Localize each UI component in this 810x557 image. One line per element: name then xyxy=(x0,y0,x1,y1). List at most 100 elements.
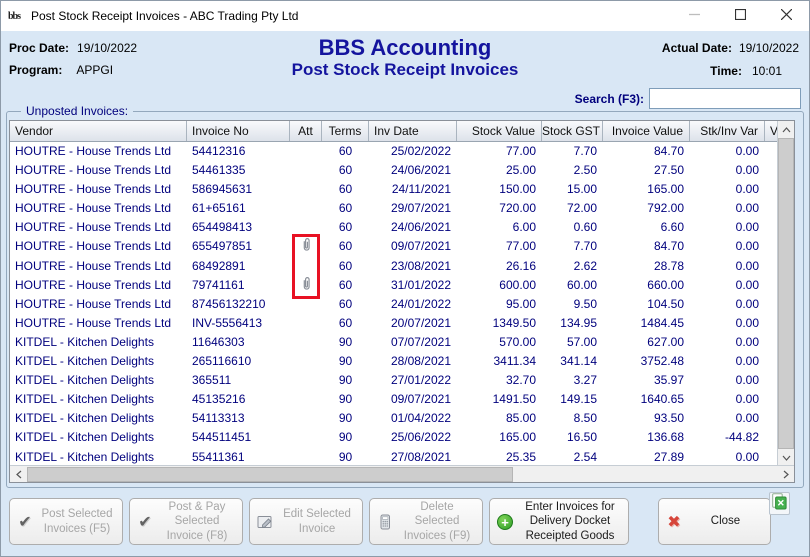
cell-terms: 60 xyxy=(338,258,353,273)
table-row[interactable]: KITDEL - Kitchen Delights 365511 90 27/01/2… xyxy=(10,371,794,391)
table-row[interactable]: HOUTRE - House Trends Ltd 54412316 60 25/02… xyxy=(10,142,794,162)
unposted-invoices-groupbox: Unposted Invoices: Vendor Invoice No Att… xyxy=(6,104,804,488)
cell-vendor: HOUTRE - House Trends Ltd xyxy=(15,277,172,292)
scroll-right-button[interactable] xyxy=(777,466,794,483)
column-header-invoice-value[interactable]: Invoice Value xyxy=(603,121,690,141)
close-window-button[interactable] xyxy=(763,1,809,31)
minimize-button[interactable] xyxy=(671,1,717,31)
cell-vendor: KITDEL - Kitchen Delights xyxy=(15,392,154,407)
column-header-stk-inv-var[interactable]: Stk/Inv Var xyxy=(690,121,765,141)
horizontal-scrollbar[interactable] xyxy=(10,465,794,482)
table-row[interactable]: HOUTRE - House Trends Ltd 61+65161 60 29/07… xyxy=(10,199,794,219)
column-header-vendor[interactable]: Vendor xyxy=(10,121,187,141)
table-row[interactable]: HOUTRE - House Trends Ltd 79741161 60 31/01… xyxy=(10,275,794,295)
cell-vendor: HOUTRE - House Trends Ltd xyxy=(15,201,172,216)
cell-invoice-value: 6.60 xyxy=(660,220,684,235)
cell-inv-date: 29/07/2021 xyxy=(390,201,451,216)
cell-stock-gst: 7.70 xyxy=(573,239,597,254)
column-header-stock-gst[interactable]: Stock GST xyxy=(542,121,603,141)
cell-invoice-no: 61+65161 xyxy=(192,201,246,216)
cell-inv-date: 09/07/2021 xyxy=(390,239,451,254)
cell-terms: 90 xyxy=(338,411,353,426)
scroll-up-button[interactable] xyxy=(778,121,794,138)
excel-export-button[interactable] xyxy=(769,492,790,515)
column-header-att[interactable]: Att xyxy=(290,121,322,141)
edit-selected-invoice-button[interactable]: Edit Selected Invoice xyxy=(249,498,363,545)
post-selected-invoices-button[interactable]: ✔ Post Selected Invoices (F5) xyxy=(9,498,123,545)
cell-terms: 60 xyxy=(338,239,353,254)
cell-stock-gst: 2.62 xyxy=(573,258,597,273)
cell-stock-value: 26.16 xyxy=(505,258,536,273)
cell-inv-date: 23/08/2021 xyxy=(390,258,451,273)
chevron-down-icon xyxy=(782,455,790,461)
table-row[interactable]: KITDEL - Kitchen Delights 55411361 90 27/08… xyxy=(10,447,794,466)
cell-inv-date: 07/07/2021 xyxy=(390,334,451,349)
cell-vendor: HOUTRE - House Trends Ltd xyxy=(15,163,172,178)
chevron-left-icon xyxy=(15,470,21,478)
cell-stk-inv-var: 0.00 xyxy=(735,201,759,216)
table-row[interactable]: KITDEL - Kitchen Delights 544511451 90 25/0… xyxy=(10,428,794,448)
table-row[interactable]: HOUTRE - House Trends Ltd 655497851 60 09/0… xyxy=(10,237,794,257)
horizontal-scrollbar-thumb[interactable] xyxy=(27,466,513,482)
column-header-invoice-no[interactable]: Invoice No xyxy=(187,121,290,141)
cell-stock-value: 32.70 xyxy=(505,373,536,388)
calculator-icon xyxy=(370,514,400,530)
cell-stk-inv-var: 0.00 xyxy=(735,411,759,426)
edit-document-icon xyxy=(250,514,280,530)
cell-invoice-value: 35.97 xyxy=(653,373,684,388)
cell-invoice-value: 627.00 xyxy=(647,334,684,349)
cell-invoice-no: INV-5556413 xyxy=(192,315,263,330)
table-row[interactable]: KITDEL - Kitchen Delights 54113313 90 01/04… xyxy=(10,409,794,429)
close-button[interactable]: ✖ Close xyxy=(658,498,771,545)
cell-terms: 60 xyxy=(338,220,353,235)
column-header-stock-value[interactable]: Stock Value xyxy=(457,121,542,141)
cell-inv-date: 09/07/2021 xyxy=(390,392,451,407)
table-row[interactable]: HOUTRE - House Trends Ltd 586945631 60 24/1… xyxy=(10,180,794,200)
scroll-left-button[interactable] xyxy=(10,466,27,483)
maximize-button[interactable] xyxy=(717,1,763,31)
cell-terms: 60 xyxy=(338,315,353,330)
column-header-inv-date[interactable]: Inv Date xyxy=(369,121,457,141)
table-row[interactable]: KITDEL - Kitchen Delights 45135216 90 09/07… xyxy=(10,390,794,410)
table-row[interactable]: HOUTRE - House Trends Ltd INV-5556413 60 20… xyxy=(10,313,794,333)
enter-invoices-delivery-docket-button[interactable]: + Enter Invoices for Delivery Docket Rec… xyxy=(489,498,629,545)
post-and-pay-selected-invoice-button[interactable]: ✔ Post & Pay Selected Invoice (F8) xyxy=(129,498,243,545)
cell-stock-value: 570.00 xyxy=(499,334,536,349)
cell-vendor: HOUTRE - House Trends Ltd xyxy=(15,315,172,330)
cell-terms: 90 xyxy=(338,430,353,445)
vertical-scrollbar-thumb[interactable] xyxy=(778,138,794,449)
cell-stk-inv-var: 0.00 xyxy=(735,144,759,158)
cell-stock-value: 1349.50 xyxy=(492,315,536,330)
cell-terms: 60 xyxy=(338,296,353,311)
time-label: Time: xyxy=(710,64,742,78)
table-row[interactable]: KITDEL - Kitchen Delights 265116610 90 28/0… xyxy=(10,352,794,372)
table-row[interactable]: HOUTRE - House Trends Ltd 87456132210 60 24… xyxy=(10,294,794,314)
cell-stock-value: 150.00 xyxy=(499,182,536,197)
cell-invoice-no: 87456132210 xyxy=(192,296,266,311)
cell-invoice-no: 54113313 xyxy=(192,411,245,426)
search-input[interactable] xyxy=(649,88,801,109)
button-label: Post & Pay Selected Invoice (F8) xyxy=(166,500,228,542)
cell-stock-value: 25.00 xyxy=(505,163,536,178)
cell-stock-value: 165.00 xyxy=(499,430,536,445)
cell-stk-inv-var: 0.00 xyxy=(735,334,759,349)
column-header-terms[interactable]: Terms xyxy=(322,121,369,141)
titlebar[interactable]: bbs Post Stock Receipt Invoices - ABC Tr… xyxy=(1,1,809,31)
cell-att xyxy=(290,161,322,180)
vertical-scrollbar[interactable] xyxy=(777,121,794,466)
table-row[interactable]: HOUTRE - House Trends Ltd 68492891 60 23/08… xyxy=(10,256,794,276)
cell-stock-gst: 57.00 xyxy=(566,334,597,349)
time-value: 10:01 xyxy=(751,64,782,78)
cell-stk-inv-var: 0.00 xyxy=(735,220,759,235)
cell-invoice-no: 365511 xyxy=(192,373,232,388)
table-row[interactable]: KITDEL - Kitchen Delights 11646303 90 07/07… xyxy=(10,332,794,353)
cell-invoice-value: 84.70 xyxy=(653,144,684,158)
cell-stock-gst: 0.60 xyxy=(573,220,597,235)
cell-stk-inv-var: 0.00 xyxy=(735,392,759,407)
delete-selected-invoices-button[interactable]: Delete Selected Invoices (F9) xyxy=(369,498,483,545)
search-area: Search (F3): xyxy=(575,88,801,109)
cell-att xyxy=(290,180,322,199)
table-row[interactable]: HOUTRE - House Trends Ltd 654498413 60 24/0… xyxy=(10,218,794,238)
table-row[interactable]: HOUTRE - House Trends Ltd 54461335 60 24/06… xyxy=(10,161,794,181)
scroll-down-button[interactable] xyxy=(778,449,794,466)
